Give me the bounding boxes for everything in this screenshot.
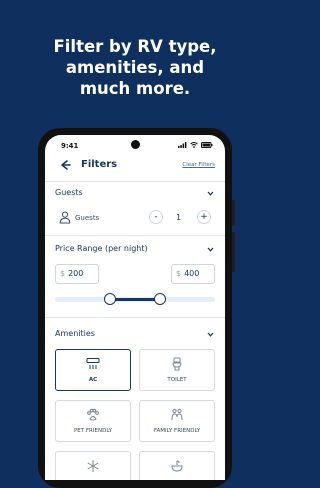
currency-symbol: $ [176,269,182,278]
sink-icon [171,460,183,472]
amenities-section-label: Amenities [55,329,95,338]
family-icon [171,408,183,421]
back-arrow-icon[interactable] [57,157,73,173]
marketing-headline: Filter by RV type, amenities, and much m… [0,36,270,99]
price-divider [45,317,225,318]
chevron-down-icon[interactable] [206,245,215,254]
headline-line-2: amenities, and [65,58,205,77]
phone-volume-button [232,200,235,226]
price-max-value: 400 [184,269,200,278]
status-time: 9:41 [61,142,79,150]
guests-row-label: Guests [75,214,100,222]
signal-icon [178,142,187,148]
guests-decrement-button[interactable]: - [149,210,163,224]
amenity-pet-friendly[interactable]: PET FRIENDLY [55,400,131,442]
amenity-label: FAMILY FRIENDLY [153,428,201,434]
amenity-label: TOILET [167,377,187,383]
page-title: Filters [81,159,118,170]
headline-line-3: much more. [79,79,191,98]
price-min-value: 200 [68,269,84,278]
amenity-toilet[interactable]: TOILET [139,349,215,391]
amenity-item[interactable] [139,451,215,480]
header-divider [45,181,225,182]
price-section-label: Price Range (per night) [55,244,148,253]
status-icons [178,142,213,148]
person-icon [59,211,71,224]
amenity-family-friendly[interactable]: FAMILY FRIENDLY [139,400,215,442]
amenity-label: AC [88,377,98,383]
header: Filters Clear Filters [45,157,225,175]
guests-divider [45,235,225,236]
toilet-icon [172,357,182,371]
chevron-down-icon[interactable] [206,330,215,339]
currency-symbol: $ [60,269,66,278]
amenity-ac[interactable]: AC [55,349,131,391]
amenity-item[interactable] [55,451,131,480]
ac-unit-icon [86,358,100,369]
snowflake-icon [87,460,99,472]
chevron-down-icon[interactable] [206,189,215,198]
wifi-icon [190,142,198,148]
price-slider-max-handle[interactable] [154,293,166,305]
phone-screen: 9:41 Filters Clear Filters Guests Guests… [45,135,225,480]
headline-line-1: Filter by RV type, [53,37,217,56]
guests-section-label: Guests [55,188,83,197]
clear-filters-link[interactable]: Clear Filters [182,162,215,168]
paw-icon [87,408,99,421]
price-max-field[interactable]: $400 [171,264,215,284]
price-slider-min-handle[interactable] [104,293,116,305]
camera-cutout [131,140,140,149]
guests-increment-button[interactable]: + [197,210,211,224]
status-bar: 9:41 [45,135,225,155]
guests-count: 1 [176,213,182,222]
price-min-field[interactable]: $200 [55,264,99,284]
battery-icon [201,142,213,148]
amenity-label: PET FRIENDLY [73,428,113,434]
phone-power-button [232,232,235,272]
